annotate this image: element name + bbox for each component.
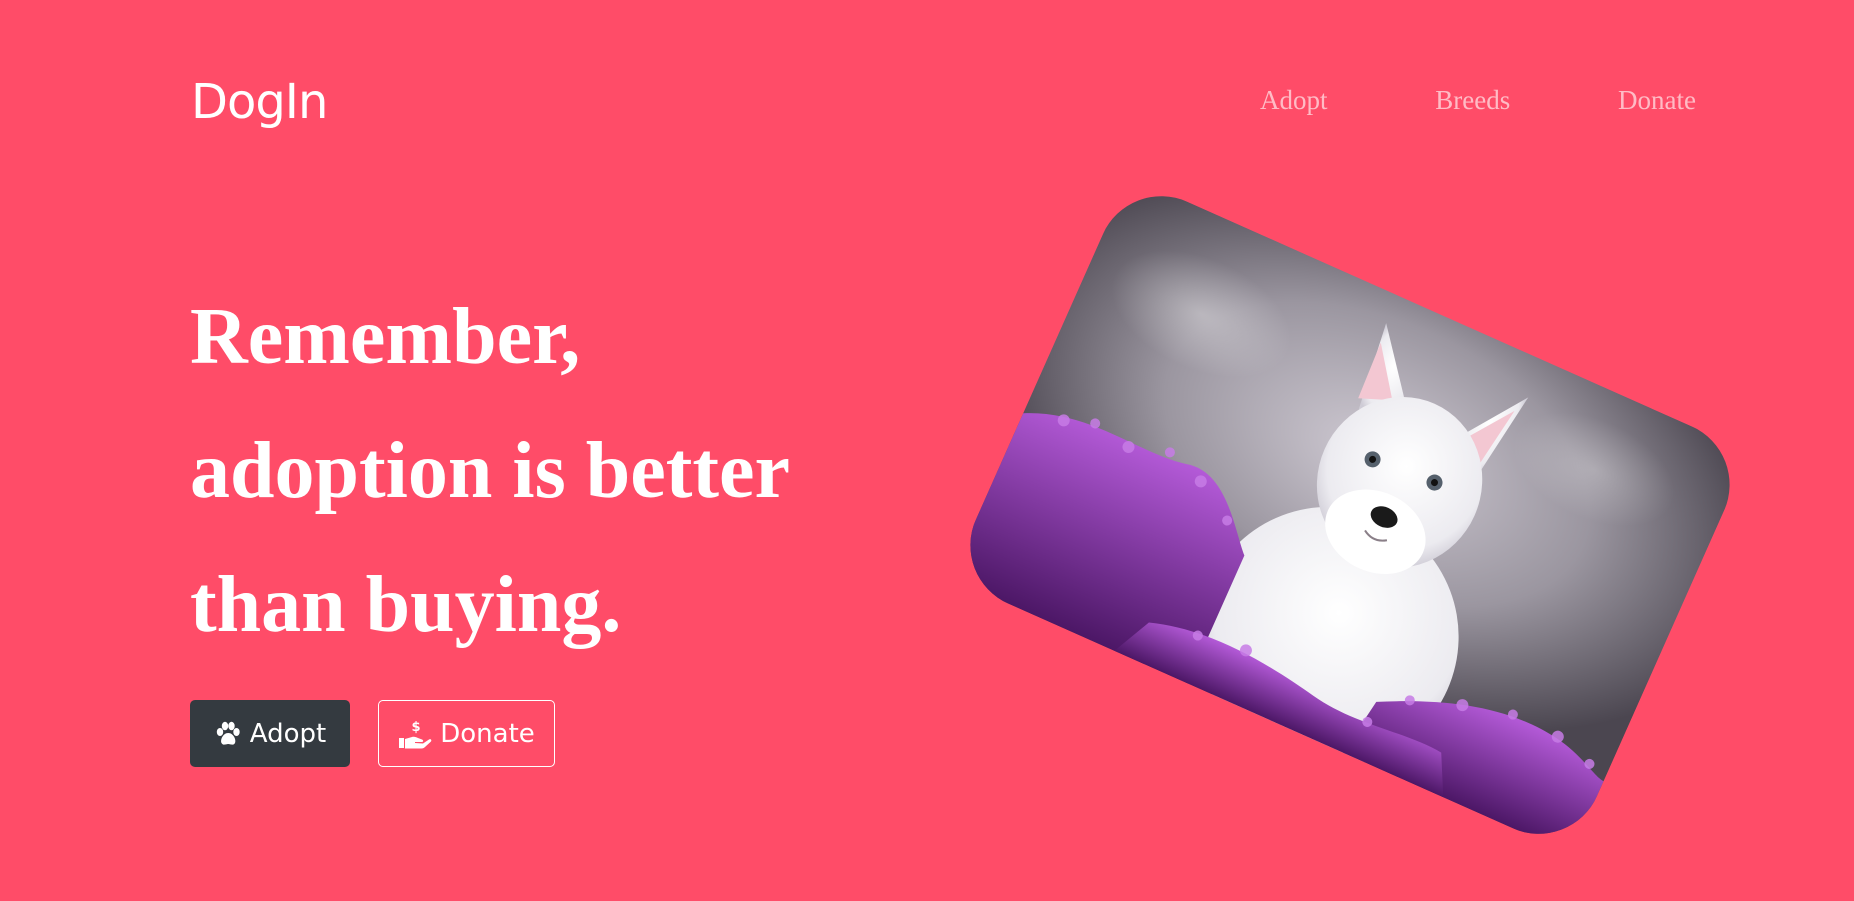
adopt-button[interactable]: Adopt xyxy=(190,700,350,767)
headline-line-2: adoption is better xyxy=(190,427,790,515)
svg-text:$: $ xyxy=(412,720,421,735)
donate-button[interactable]: $ Donate xyxy=(378,700,555,767)
dog-illustration xyxy=(949,323,1604,855)
dog-in-flowers-photo xyxy=(949,175,1751,855)
hero-headline: Remember, adoption is better than buying… xyxy=(190,270,790,672)
hand-donate-icon: $ xyxy=(399,720,432,748)
landing-page: DogIn Adopt Breeds Donate Remember, adop… xyxy=(0,0,1854,901)
top-nav: Adopt Breeds Donate xyxy=(1260,80,1696,120)
nav-item-breeds[interactable]: Breeds xyxy=(1435,80,1510,120)
headline-line-3: than buying. xyxy=(190,561,622,649)
brand-logo[interactable]: DogIn xyxy=(191,72,328,132)
donate-button-label: Donate xyxy=(440,718,535,749)
headline-line-1: Remember, xyxy=(190,293,581,381)
dog-photo-frame xyxy=(949,175,1751,855)
nav-item-adopt[interactable]: Adopt xyxy=(1260,80,1328,120)
paw-icon xyxy=(216,721,240,745)
nav-item-donate[interactable]: Donate xyxy=(1618,80,1696,120)
adopt-button-label: Adopt xyxy=(249,718,327,749)
